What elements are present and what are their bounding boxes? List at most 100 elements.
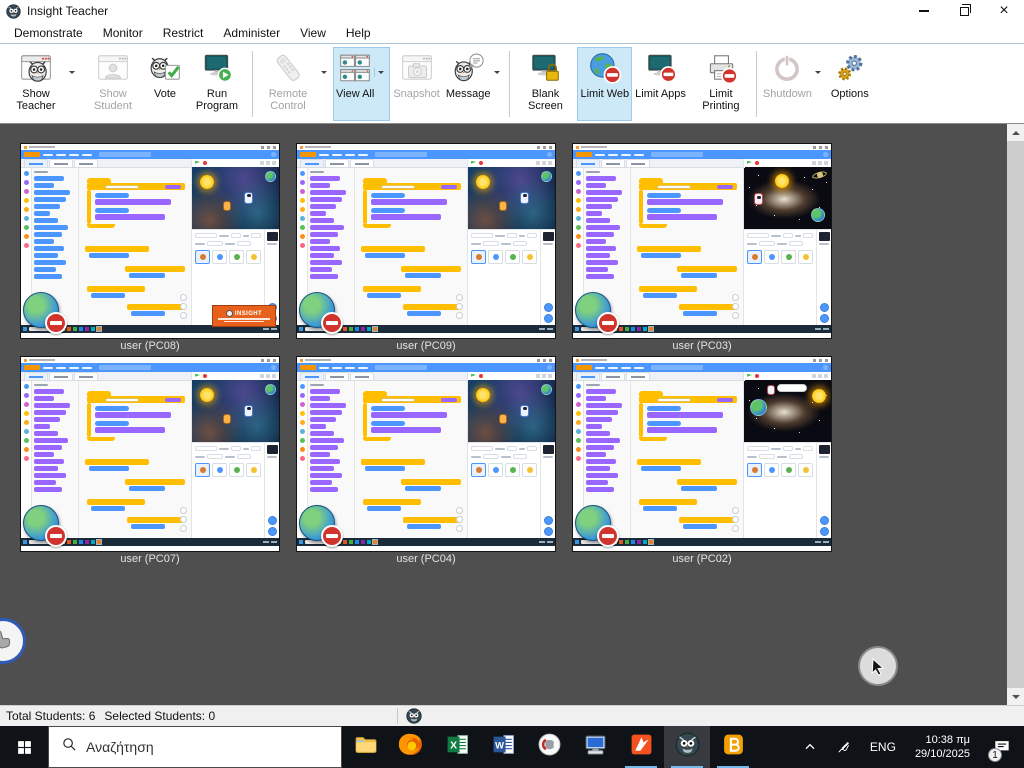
menu-item-help[interactable]: Help <box>336 23 381 43</box>
dropdown-arrow-icon <box>317 68 330 77</box>
taskbar-app-orange-app[interactable] <box>618 726 664 768</box>
minimize-button[interactable] <box>904 0 944 22</box>
decor <box>576 225 581 230</box>
dropdown-arrow-icon[interactable] <box>490 68 503 77</box>
decor <box>752 254 758 260</box>
excel-icon: X <box>445 732 470 762</box>
decor <box>24 429 29 434</box>
decor <box>820 516 829 525</box>
student-thumbnail[interactable] <box>296 143 556 339</box>
hidden-icons-button[interactable] <box>793 726 827 768</box>
decor <box>820 527 829 536</box>
dropdown-arrow-icon[interactable] <box>65 68 78 77</box>
toolbar-button-limit-apps[interactable]: Limit Apps <box>632 47 689 121</box>
decor <box>769 254 775 260</box>
taskbar-app-remote-pc-app[interactable] <box>572 726 618 768</box>
toolbar-button-limit-web[interactable]: Limit Web <box>577 47 632 121</box>
blank-screen-icon <box>528 51 562 85</box>
restore-button[interactable] <box>944 0 984 22</box>
language-indicator[interactable]: ENG <box>861 726 905 768</box>
decor <box>34 176 64 181</box>
decor <box>79 540 83 544</box>
toolbar-button-label: Message <box>446 88 491 101</box>
toolbar-button-run-program[interactable]: Run Program <box>185 47 249 121</box>
decor <box>537 146 540 149</box>
notification-center-button[interactable]: 1 <box>980 726 1024 768</box>
toolbar-button-limit-printing[interactable]: Limit Printing <box>689 47 753 121</box>
scroll-up-button[interactable] <box>1007 124 1024 141</box>
scratch-logo <box>576 152 592 157</box>
toolbar-button-show-teacher[interactable]: Show Teacher <box>4 47 81 121</box>
no-entry-icon <box>45 312 67 334</box>
decor <box>493 254 499 260</box>
decor <box>34 197 66 202</box>
decor <box>815 328 829 330</box>
insight-owl-icon <box>226 310 233 317</box>
ink-workspace-button[interactable] <box>827 726 861 768</box>
taskbar-app-firefox[interactable] <box>388 726 434 768</box>
decor <box>812 161 828 165</box>
student-thumbnail[interactable] <box>572 143 832 339</box>
vertical-scrollbar[interactable] <box>1007 124 1024 705</box>
decor <box>155 64 158 67</box>
decor <box>619 540 623 544</box>
taskbar-app-insight-teacher[interactable] <box>664 726 710 768</box>
taskbar-app-word[interactable]: W <box>480 726 526 768</box>
decor <box>310 410 342 415</box>
decor <box>223 414 231 424</box>
decor: Options <box>831 51 869 101</box>
close-button[interactable]: × <box>984 0 1024 22</box>
decor <box>89 466 129 471</box>
decor <box>212 250 227 264</box>
decor <box>783 233 793 238</box>
decor <box>244 405 253 417</box>
toolbar-button-message[interactable]: Message <box>443 47 507 121</box>
decor <box>310 253 334 258</box>
start-button[interactable] <box>0 726 48 768</box>
menu-item-demonstrate[interactable]: Demonstrate <box>4 23 93 43</box>
menu-item-restrict[interactable]: Restrict <box>153 23 214 43</box>
menu-item-administer[interactable]: Administer <box>213 23 290 43</box>
decor <box>219 235 229 237</box>
taskbar-app-file-explorer[interactable] <box>342 726 388 768</box>
decor <box>85 246 149 252</box>
toolbar-button-view-all[interactable]: View All <box>333 47 390 121</box>
dropdown-arrow-icon <box>812 68 825 77</box>
menu-item-monitor[interactable]: Monitor <box>93 23 153 43</box>
clock-time: 10:38 πμ <box>915 733 970 747</box>
decor <box>305 376 319 378</box>
decor <box>310 171 324 173</box>
student-thumbnail[interactable] <box>572 356 832 552</box>
scroll-down-button[interactable] <box>1007 688 1024 705</box>
toolbar-button-blank-screen[interactable]: Blank Screen <box>513 47 577 121</box>
decor <box>643 506 677 511</box>
dropdown-arrow-icon[interactable] <box>374 68 387 77</box>
decor <box>495 235 505 237</box>
decor <box>537 359 540 362</box>
decor <box>744 230 816 325</box>
search-input[interactable] <box>86 739 306 755</box>
student-label: user (PC04) <box>296 553 556 566</box>
taskbar-app-excel[interactable]: X <box>434 726 480 768</box>
decor <box>87 224 115 228</box>
decor <box>422 57 424 59</box>
taskbar-search[interactable] <box>48 726 342 768</box>
decor <box>677 479 737 485</box>
student-thumbnail[interactable]: INSIGHT <box>20 143 280 339</box>
decor <box>195 233 217 238</box>
status-bar: Total Students: 6 Selected Students: 0 <box>0 705 1024 726</box>
menu-item-view[interactable]: View <box>290 23 336 43</box>
taskbar-app-round-app[interactable] <box>526 726 572 768</box>
student-thumbnail[interactable] <box>20 356 280 552</box>
scratch-script-area <box>79 381 191 538</box>
decor <box>441 185 457 189</box>
decor <box>352 70 353 71</box>
toolbar-button-options[interactable]: Options <box>828 47 872 121</box>
student-thumbnail[interactable] <box>296 356 556 552</box>
clock[interactable]: 10:38 πμ 29/10/2025 <box>905 733 980 762</box>
decor <box>806 745 814 749</box>
toolbar-button-vote[interactable]: Vote <box>145 47 185 121</box>
decor <box>747 241 813 246</box>
taskbar-app-orange-b-app[interactable] <box>710 726 756 768</box>
web-limited-overlay <box>23 505 67 547</box>
